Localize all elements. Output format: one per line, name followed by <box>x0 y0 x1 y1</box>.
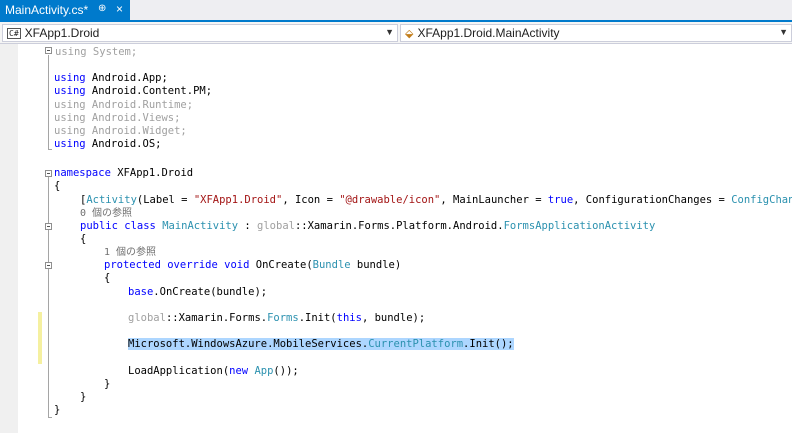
collapse-namespace-icon[interactable] <box>45 170 52 177</box>
code-line: global::Xamarin.Forms.Forms.Init(this, b… <box>128 312 426 324</box>
code-line: [Activity(Label = "XFApp1.Droid", Icon =… <box>80 194 792 206</box>
code-line: using Android.Content.PM; <box>54 85 213 97</box>
code-line: using Android.Runtime; <box>54 99 194 111</box>
tab-title: MainActivity.cs* <box>5 3 89 17</box>
code-line: using Android.App; <box>54 72 168 84</box>
code-line: public class MainActivity : global::Xama… <box>80 220 656 232</box>
code-line: } <box>80 391 87 403</box>
code-line: LoadApplication(new App()); <box>128 365 299 377</box>
collapse-class-icon[interactable] <box>45 223 52 230</box>
selected-code-line: Microsoft.WindowsAzure.MobileServices.Cu… <box>128 338 514 350</box>
collapse-method-icon[interactable] <box>45 262 52 269</box>
document-tab-strip: MainActivity.cs* ⊕ × <box>0 0 792 22</box>
navigation-bar: C# XFApp1.Droid ▼ ⬙ XFApp1.Droid.MainAct… <box>0 22 792 44</box>
chevron-down-icon[interactable]: ▼ <box>779 27 788 37</box>
csharp-project-icon: C# <box>7 27 21 39</box>
code-line: { <box>54 180 61 192</box>
outline-guide <box>48 55 49 150</box>
code-line: protected override void OnCreate(Bundle … <box>104 259 402 271</box>
class-dropdown[interactable]: ⬙ XFApp1.Droid.MainActivity ▼ <box>400 24 792 42</box>
code-line: using System; <box>55 46 138 58</box>
pin-icon[interactable]: ⊕ <box>98 3 106 14</box>
changed-lines-marker <box>38 312 42 338</box>
code-line: } <box>54 404 61 416</box>
outline-guide <box>48 176 49 418</box>
class-icon: ⬙ <box>405 27 414 40</box>
outline-end <box>48 149 52 150</box>
project-dropdown[interactable]: C# XFApp1.Droid ▼ <box>2 24 398 42</box>
code-line: using Android.OS; <box>54 138 162 150</box>
project-dropdown-value: XFApp1.Droid <box>24 26 100 40</box>
code-line: { <box>80 233 87 245</box>
tab-mainactivity[interactable]: MainActivity.cs* ⊕ × <box>0 0 130 20</box>
chevron-down-icon[interactable]: ▼ <box>385 27 394 37</box>
code-lens-references[interactable]: 1 個の参照 <box>104 246 156 259</box>
class-dropdown-value: XFApp1.Droid.MainActivity <box>417 26 560 40</box>
code-line: { <box>104 272 111 284</box>
code-line: using Android.Views; <box>54 112 181 124</box>
code-line: using Android.Widget; <box>54 125 187 137</box>
changed-lines-marker <box>38 338 42 364</box>
collapse-usings-icon[interactable] <box>45 47 52 54</box>
code-lens-references[interactable]: 0 個の参照 <box>80 207 132 220</box>
editor-margin <box>0 44 18 433</box>
code-editor[interactable]: using System; using Android.App; using A… <box>0 44 792 433</box>
code-line: } <box>104 378 111 390</box>
code-line: namespace XFApp1.Droid <box>54 167 194 179</box>
close-icon[interactable]: × <box>116 2 123 16</box>
code-line: base.OnCreate(bundle); <box>128 286 268 298</box>
outline-end <box>48 417 52 418</box>
